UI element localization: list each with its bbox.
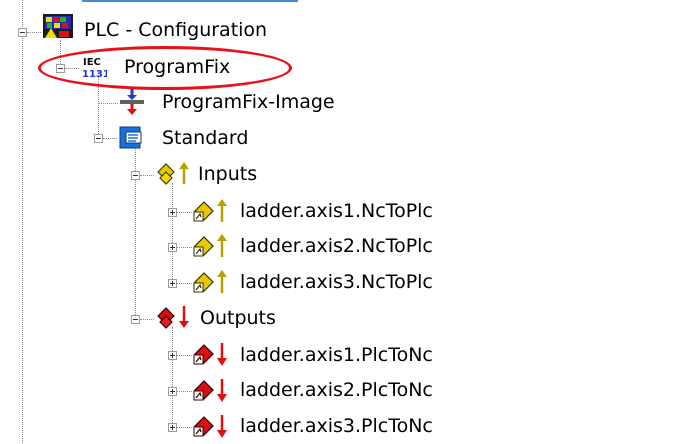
plc-configuration-tree[interactable]: PLC - Configuration IEC 1131 ProgramFix … xyxy=(0,0,688,443)
tree-item-standard[interactable]: Standard xyxy=(162,126,248,150)
expand-toggle-input-2[interactable] xyxy=(168,243,177,252)
expand-toggle-standard[interactable] xyxy=(94,134,103,143)
expand-toggle-plc-configuration[interactable] xyxy=(18,28,27,37)
expand-toggle-output-2[interactable] xyxy=(168,387,177,396)
plc-config-icon xyxy=(42,13,76,45)
process-image-icon xyxy=(118,88,146,120)
tree-item-programfix-image[interactable]: ProgramFix-Image xyxy=(162,90,335,114)
tree-line xyxy=(98,103,118,104)
tree-item-outputs[interactable]: Outputs xyxy=(200,306,276,330)
tree-item-output-variable[interactable]: ladder.axis1.PlcToNc xyxy=(240,343,433,367)
tree-line xyxy=(172,183,173,283)
tree-item-input-variable[interactable]: ladder.axis3.NcToPlc xyxy=(240,270,433,294)
tree-item-input-variable[interactable]: ladder.axis2.NcToPlc xyxy=(240,234,433,258)
tree-line xyxy=(177,355,192,356)
inputs-icon xyxy=(156,160,196,190)
input-variable-icon xyxy=(192,268,232,300)
output-variable-icon xyxy=(192,340,232,372)
tree-line xyxy=(177,212,192,213)
tree-line xyxy=(140,319,154,320)
tree-line xyxy=(177,247,192,248)
input-variable-icon xyxy=(192,197,232,229)
tree-item-output-variable[interactable]: ladder.axis3.PlcToNc xyxy=(240,414,433,438)
selection-border xyxy=(82,0,298,2)
tree-item-inputs[interactable]: Inputs xyxy=(198,162,257,186)
tree-line xyxy=(172,327,173,427)
tree-item-plc-configuration[interactable]: PLC - Configuration xyxy=(84,18,267,42)
outputs-icon xyxy=(156,304,196,334)
expand-toggle-output-1[interactable] xyxy=(168,351,177,360)
task-icon xyxy=(118,124,144,154)
expand-toggle-input-1[interactable] xyxy=(168,208,177,217)
tree-line xyxy=(22,0,23,443)
tree-item-output-variable[interactable]: ladder.axis2.PlcToNc xyxy=(240,378,433,402)
tree-line xyxy=(140,175,154,176)
tree-line xyxy=(177,391,192,392)
expand-toggle-inputs[interactable] xyxy=(131,171,140,180)
highlight-oval xyxy=(38,46,292,90)
tree-line xyxy=(27,32,41,33)
tree-line xyxy=(177,283,192,284)
output-variable-icon xyxy=(192,412,232,444)
expand-toggle-outputs[interactable] xyxy=(131,315,140,324)
tree-line xyxy=(103,138,117,139)
tree-line xyxy=(177,427,192,428)
expand-toggle-output-3[interactable] xyxy=(168,423,177,432)
tree-item-input-variable[interactable]: ladder.axis1.NcToPlc xyxy=(240,199,433,223)
expand-toggle-input-3[interactable] xyxy=(168,279,177,288)
output-variable-icon xyxy=(192,376,232,408)
input-variable-icon xyxy=(192,232,232,264)
